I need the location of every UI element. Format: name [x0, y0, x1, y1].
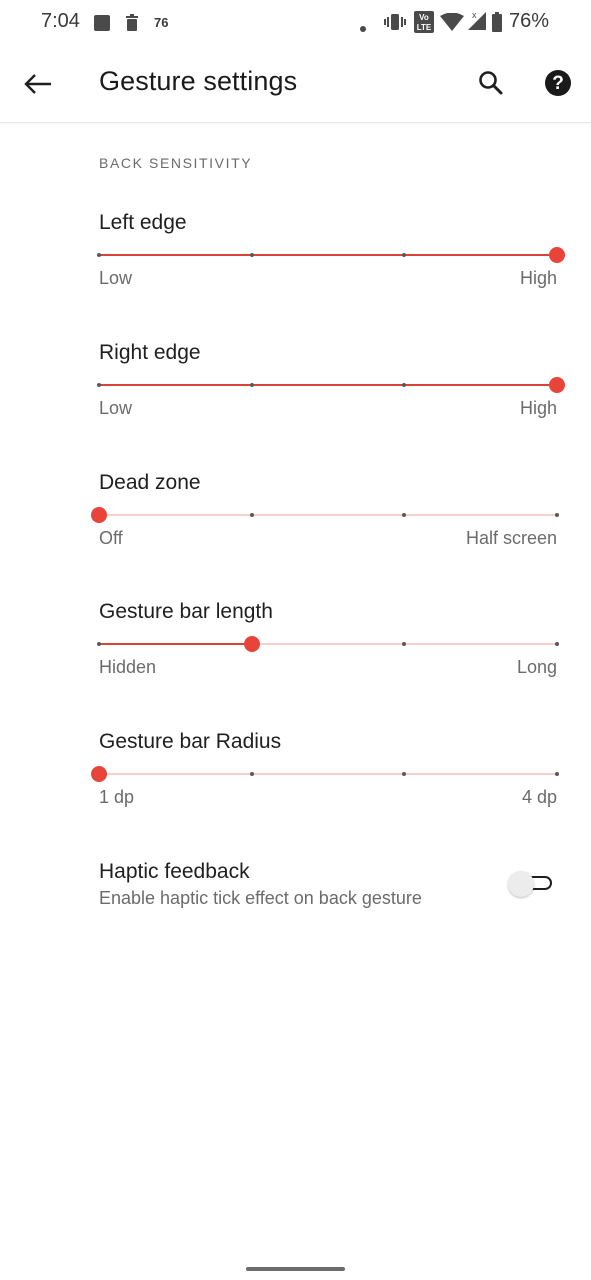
slider-track-fill: [99, 643, 252, 645]
app-bar: Gesture settings ?: [0, 46, 591, 123]
setting-right-edge: Right edge Low High: [0, 341, 591, 451]
setting-subtitle: Enable haptic tick effect on back gestur…: [99, 888, 422, 908]
help-button[interactable]: ?: [538, 63, 578, 103]
signal-icon: x: [466, 9, 488, 36]
slider-track-fill: [99, 384, 557, 386]
help-icon: ?: [545, 70, 571, 96]
slider-min-label: Hidden: [99, 657, 157, 677]
setting-haptic-feedback[interactable]: Haptic feedback Enable haptic tick effec…: [0, 860, 591, 920]
slider-track: [99, 514, 557, 516]
delete-icon: [126, 14, 138, 37]
slider-tick: [249, 383, 254, 387]
slider-tick: [97, 642, 101, 646]
slider-tick: [555, 642, 559, 646]
setting-title: Gesture bar Radius: [99, 730, 282, 753]
right-edge-slider[interactable]: [97, 371, 565, 399]
slider-min-label: Off: [99, 528, 123, 548]
slider-tick: [555, 772, 559, 776]
status-bar: 7:04 76 Vo LTE x 76%: [0, 0, 591, 46]
svg-text:x: x: [472, 10, 477, 20]
toggle-knob: [508, 871, 534, 897]
slider-thumb[interactable]: [91, 507, 107, 523]
section-header-back-sensitivity: BACK SENSITIVITY: [99, 155, 253, 171]
wifi-icon: [440, 12, 464, 36]
slider-thumb[interactable]: [243, 636, 260, 652]
setting-gesture-bar-radius: Gesture bar Radius 1 dp 4 dp: [0, 730, 591, 840]
setting-left-edge: Left edge Low High: [0, 211, 591, 321]
search-button[interactable]: [471, 63, 511, 103]
slider-tick: [97, 253, 101, 257]
slider-tick: [402, 642, 407, 646]
slider-min-label: 1 dp: [99, 787, 135, 807]
slider-min-label: Low: [99, 268, 133, 288]
svg-text:Vo: Vo: [419, 13, 429, 22]
left-edge-slider[interactable]: [97, 241, 565, 269]
setting-gesture-bar-length: Gesture bar length Hidden Long: [0, 600, 591, 710]
slider-max-label: High: [519, 268, 557, 288]
slider-tick: [555, 513, 559, 517]
slider-tick: [249, 772, 254, 776]
slider-thumb[interactable]: [549, 247, 565, 263]
gesture-bar-radius-slider[interactable]: [91, 760, 559, 788]
vibrate-icon: [384, 13, 406, 36]
setting-title: Right edge: [99, 341, 201, 364]
setting-title: Dead zone: [99, 471, 201, 494]
slider-track-fill: [99, 254, 557, 256]
volte-icon: Vo LTE: [414, 11, 434, 38]
setting-dead-zone: Dead zone Off Half screen: [0, 471, 591, 581]
battery-percent: 76%: [509, 10, 550, 32]
dead-zone-slider[interactable]: [91, 501, 559, 529]
haptic-feedback-toggle[interactable]: [508, 871, 556, 897]
status-time: 7:04: [41, 10, 80, 32]
photo-icon: [93, 14, 111, 37]
slider-tick: [402, 513, 407, 517]
slider-thumb[interactable]: [91, 766, 107, 782]
slider-max-label: Half screen: [465, 528, 557, 548]
svg-text:?: ?: [552, 73, 564, 94]
back-button[interactable]: [18, 64, 58, 104]
slider-tick: [97, 383, 101, 387]
slider-min-label: Low: [99, 398, 133, 418]
page-title: Gesture settings: [99, 66, 298, 96]
slider-tick: [249, 513, 254, 517]
battery-icon: [492, 12, 502, 37]
svg-text:LTE: LTE: [417, 23, 432, 32]
slider-track: [99, 773, 557, 775]
slider-tick: [402, 253, 407, 257]
slider-max-label: 4 dp: [521, 787, 557, 807]
gesture-bar-length-slider[interactable]: [97, 630, 559, 658]
slider-max-label: Long: [516, 657, 557, 677]
slider-tick: [402, 772, 407, 776]
setting-title: Left edge: [99, 211, 187, 234]
slider-max-label: High: [519, 398, 557, 418]
search-icon: [479, 71, 503, 95]
notification-count: 76: [154, 15, 169, 30]
slider-tick: [249, 253, 254, 257]
slider-thumb[interactable]: [549, 377, 565, 393]
dot-icon: [360, 19, 366, 37]
back-arrow-icon: [24, 74, 51, 94]
setting-title: Gesture bar length: [99, 600, 273, 623]
setting-title: Haptic feedback: [99, 860, 250, 883]
gesture-navigation-handle[interactable]: [246, 1267, 345, 1271]
slider-tick: [402, 383, 407, 387]
